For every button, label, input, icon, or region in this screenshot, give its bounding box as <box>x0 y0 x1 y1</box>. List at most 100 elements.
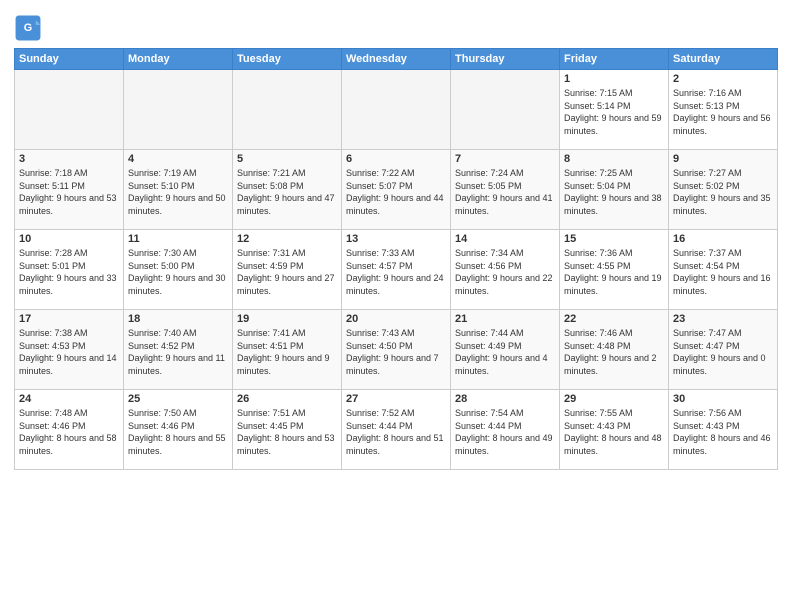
calendar-cell: 30 Sunrise: 7:56 AM Sunset: 4:43 PM Dayli… <box>669 390 778 470</box>
calendar-cell: 14 Sunrise: 7:34 AM Sunset: 4:56 PM Dayli… <box>451 230 560 310</box>
calendar-cell: 6 Sunrise: 7:22 AM Sunset: 5:07 PM Daylig… <box>342 150 451 230</box>
day-number: 12 <box>237 233 337 245</box>
day-info: Sunrise: 7:55 AM Sunset: 4:43 PM Dayligh… <box>564 407 664 457</box>
day-number: 27 <box>346 393 446 405</box>
day-number: 6 <box>346 153 446 165</box>
day-info: Sunrise: 7:25 AM Sunset: 5:04 PM Dayligh… <box>564 167 664 217</box>
calendar-cell: 15 Sunrise: 7:36 AM Sunset: 4:55 PM Dayli… <box>560 230 669 310</box>
day-info: Sunrise: 7:15 AM Sunset: 5:14 PM Dayligh… <box>564 87 664 137</box>
weekday-header-friday: Friday <box>560 49 669 70</box>
calendar-cell: 16 Sunrise: 7:37 AM Sunset: 4:54 PM Dayli… <box>669 230 778 310</box>
day-number: 29 <box>564 393 664 405</box>
calendar-cell: 18 Sunrise: 7:40 AM Sunset: 4:52 PM Dayli… <box>124 310 233 390</box>
day-info: Sunrise: 7:30 AM Sunset: 5:00 PM Dayligh… <box>128 247 228 297</box>
day-info: Sunrise: 7:51 AM Sunset: 4:45 PM Dayligh… <box>237 407 337 457</box>
day-number: 23 <box>673 313 773 325</box>
weekday-header-saturday: Saturday <box>669 49 778 70</box>
calendar-cell <box>124 70 233 150</box>
calendar-cell: 26 Sunrise: 7:51 AM Sunset: 4:45 PM Dayli… <box>233 390 342 470</box>
day-number: 8 <box>564 153 664 165</box>
day-number: 16 <box>673 233 773 245</box>
day-info: Sunrise: 7:56 AM Sunset: 4:43 PM Dayligh… <box>673 407 773 457</box>
weekday-header-thursday: Thursday <box>451 49 560 70</box>
day-info: Sunrise: 7:43 AM Sunset: 4:50 PM Dayligh… <box>346 327 446 377</box>
weekday-header-tuesday: Tuesday <box>233 49 342 70</box>
day-number: 9 <box>673 153 773 165</box>
calendar-cell: 20 Sunrise: 7:43 AM Sunset: 4:50 PM Dayli… <box>342 310 451 390</box>
day-info: Sunrise: 7:41 AM Sunset: 4:51 PM Dayligh… <box>237 327 337 377</box>
calendar-cell: 17 Sunrise: 7:38 AM Sunset: 4:53 PM Dayli… <box>15 310 124 390</box>
calendar-cell: 8 Sunrise: 7:25 AM Sunset: 5:04 PM Daylig… <box>560 150 669 230</box>
day-info: Sunrise: 7:21 AM Sunset: 5:08 PM Dayligh… <box>237 167 337 217</box>
calendar-cell: 13 Sunrise: 7:33 AM Sunset: 4:57 PM Dayli… <box>342 230 451 310</box>
calendar-cell: 19Sunrise: 7:41 AM Sunset: 4:51 PM Dayli… <box>233 310 342 390</box>
day-info: Sunrise: 7:47 AM Sunset: 4:47 PM Dayligh… <box>673 327 773 377</box>
day-number: 21 <box>455 313 555 325</box>
day-info: Sunrise: 7:27 AM Sunset: 5:02 PM Dayligh… <box>673 167 773 217</box>
day-number: 3 <box>19 153 119 165</box>
calendar-cell <box>451 70 560 150</box>
day-number: 28 <box>455 393 555 405</box>
calendar-cell: 22 Sunrise: 7:46 AM Sunset: 4:48 PM Dayli… <box>560 310 669 390</box>
logo-icon: G <box>14 14 42 42</box>
day-info: Sunrise: 7:48 AM Sunset: 4:46 PM Dayligh… <box>19 407 119 457</box>
calendar-cell: 12 Sunrise: 7:31 AM Sunset: 4:59 PM Dayli… <box>233 230 342 310</box>
day-info: Sunrise: 7:50 AM Sunset: 4:46 PM Dayligh… <box>128 407 228 457</box>
day-info: Sunrise: 7:52 AM Sunset: 4:44 PM Dayligh… <box>346 407 446 457</box>
day-info: Sunrise: 7:33 AM Sunset: 4:57 PM Dayligh… <box>346 247 446 297</box>
calendar-cell: 25 Sunrise: 7:50 AM Sunset: 4:46 PM Dayli… <box>124 390 233 470</box>
day-number: 30 <box>673 393 773 405</box>
calendar-cell: 7 Sunrise: 7:24 AM Sunset: 5:05 PM Daylig… <box>451 150 560 230</box>
day-info: Sunrise: 7:28 AM Sunset: 5:01 PM Dayligh… <box>19 247 119 297</box>
day-info: Sunrise: 7:44 AM Sunset: 4:49 PM Dayligh… <box>455 327 555 377</box>
day-number: 17 <box>19 313 119 325</box>
day-info: Sunrise: 7:40 AM Sunset: 4:52 PM Dayligh… <box>128 327 228 377</box>
calendar-cell: 5 Sunrise: 7:21 AM Sunset: 5:08 PM Daylig… <box>233 150 342 230</box>
day-number: 14 <box>455 233 555 245</box>
svg-text:G: G <box>24 22 32 34</box>
calendar-cell <box>233 70 342 150</box>
calendar-cell <box>15 70 124 150</box>
day-info: Sunrise: 7:31 AM Sunset: 4:59 PM Dayligh… <box>237 247 337 297</box>
calendar-cell: 28 Sunrise: 7:54 AM Sunset: 4:44 PM Dayli… <box>451 390 560 470</box>
day-info: Sunrise: 7:46 AM Sunset: 4:48 PM Dayligh… <box>564 327 664 377</box>
day-number: 2 <box>673 73 773 85</box>
day-number: 10 <box>19 233 119 245</box>
calendar-cell: 1 Sunrise: 7:15 AM Sunset: 5:14 PM Daylig… <box>560 70 669 150</box>
calendar-cell: 27 Sunrise: 7:52 AM Sunset: 4:44 PM Dayli… <box>342 390 451 470</box>
day-info: Sunrise: 7:37 AM Sunset: 4:54 PM Dayligh… <box>673 247 773 297</box>
day-number: 22 <box>564 313 664 325</box>
calendar-cell: 29 Sunrise: 7:55 AM Sunset: 4:43 PM Dayli… <box>560 390 669 470</box>
calendar-cell <box>342 70 451 150</box>
calendar-cell: 10 Sunrise: 7:28 AM Sunset: 5:01 PM Dayli… <box>15 230 124 310</box>
day-info: Sunrise: 7:34 AM Sunset: 4:56 PM Dayligh… <box>455 247 555 297</box>
day-info: Sunrise: 7:38 AM Sunset: 4:53 PM Dayligh… <box>19 327 119 377</box>
calendar-cell: 11 Sunrise: 7:30 AM Sunset: 5:00 PM Dayli… <box>124 230 233 310</box>
day-number: 18 <box>128 313 228 325</box>
weekday-header-wednesday: Wednesday <box>342 49 451 70</box>
day-number: 1 <box>564 73 664 85</box>
day-info: Sunrise: 7:54 AM Sunset: 4:44 PM Dayligh… <box>455 407 555 457</box>
day-number: 26 <box>237 393 337 405</box>
logo: G <box>14 14 46 42</box>
day-number: 11 <box>128 233 228 245</box>
day-info: Sunrise: 7:19 AM Sunset: 5:10 PM Dayligh… <box>128 167 228 217</box>
day-number: 5 <box>237 153 337 165</box>
day-info: Sunrise: 7:36 AM Sunset: 4:55 PM Dayligh… <box>564 247 664 297</box>
day-number: 24 <box>19 393 119 405</box>
day-info: Sunrise: 7:22 AM Sunset: 5:07 PM Dayligh… <box>346 167 446 217</box>
calendar-cell: 23 Sunrise: 7:47 AM Sunset: 4:47 PM Dayli… <box>669 310 778 390</box>
weekday-header-sunday: Sunday <box>15 49 124 70</box>
weekday-header-monday: Monday <box>124 49 233 70</box>
calendar-cell: 4Sunrise: 7:19 AM Sunset: 5:10 PM Daylig… <box>124 150 233 230</box>
day-number: 20 <box>346 313 446 325</box>
day-info: Sunrise: 7:24 AM Sunset: 5:05 PM Dayligh… <box>455 167 555 217</box>
day-number: 25 <box>128 393 228 405</box>
day-number: 7 <box>455 153 555 165</box>
day-info: Sunrise: 7:18 AM Sunset: 5:11 PM Dayligh… <box>19 167 119 217</box>
day-number: 13 <box>346 233 446 245</box>
calendar-table: SundayMondayTuesdayWednesdayThursdayFrid… <box>14 48 778 470</box>
calendar-cell: 21 Sunrise: 7:44 AM Sunset: 4:49 PM Dayli… <box>451 310 560 390</box>
calendar-cell: 24 Sunrise: 7:48 AM Sunset: 4:46 PM Dayli… <box>15 390 124 470</box>
day-number: 15 <box>564 233 664 245</box>
